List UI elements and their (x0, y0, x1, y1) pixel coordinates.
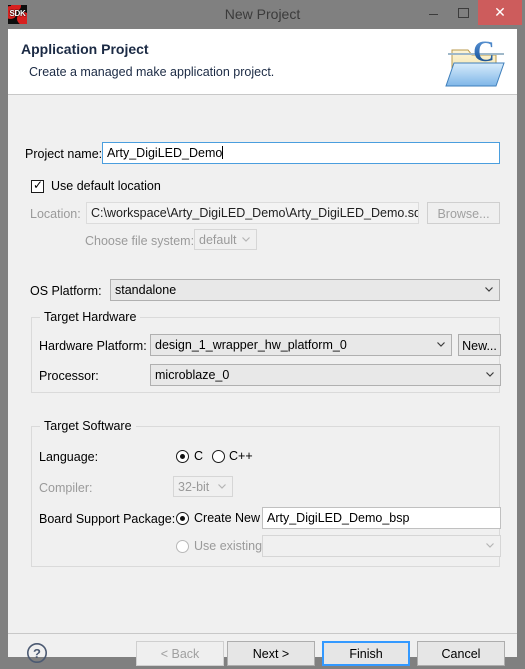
os-platform-combo[interactable]: standalone (110, 279, 500, 301)
os-platform-label: OS Platform: (30, 284, 102, 298)
maximize-button[interactable] (448, 0, 478, 25)
target-software-group-title: Target Software (40, 419, 136, 433)
sdk-icon-label: SDK (9, 9, 26, 18)
hardware-platform-value: design_1_wrapper_hw_platform_0 (155, 338, 347, 352)
compiler-value: 32-bit (178, 480, 210, 494)
os-platform-value: standalone (115, 283, 177, 297)
browse-button: Browse... (427, 202, 500, 224)
bsp-label: Board Support Package: (39, 512, 176, 526)
compiler-label: Compiler: (39, 481, 93, 495)
radio-dot-icon (180, 454, 185, 459)
new-project-dialog-window: SDK New Project ✕ Application Project Cr… (0, 0, 525, 666)
processor-label: Processor: (39, 369, 99, 383)
location-input: C:\workspace\Arty_DigiLED_Demo\Arty_Digi… (86, 202, 419, 224)
close-icon: ✕ (494, 4, 506, 20)
bsp-use-existing-label: Use existing (194, 539, 263, 553)
radio-dot-icon (180, 516, 185, 521)
svg-text:?: ? (33, 646, 41, 661)
chevron-down-icon (437, 342, 445, 347)
finish-button[interactable]: Finish (322, 641, 410, 666)
chevron-down-icon (242, 236, 250, 242)
page-title: Application Project (21, 41, 149, 57)
project-name-label: Project name: (25, 147, 103, 161)
location-value: C:\workspace\Arty_DigiLED_Demo\Arty_Digi… (91, 206, 419, 220)
language-c-radio[interactable] (176, 450, 189, 463)
bsp-use-existing-combo (262, 535, 501, 557)
use-default-location-checkbox[interactable]: ✓ (31, 178, 44, 193)
dialog-content: Application Project Create a managed mak… (8, 29, 517, 666)
processor-value: microblaze_0 (155, 368, 230, 382)
bsp-create-new-value: Arty_DigiLED_Demo_bsp (267, 511, 410, 525)
check-icon: ✓ (33, 178, 44, 192)
location-label: Location: (30, 207, 81, 221)
bsp-create-new-radio[interactable] (176, 512, 189, 525)
bsp-create-new-label: Create New (194, 511, 260, 525)
c-project-folder-icon: C (440, 34, 512, 92)
chevron-down-icon (486, 372, 494, 377)
text-caret (222, 146, 224, 159)
bsp-create-new-input[interactable]: Arty_DigiLED_Demo_bsp (262, 507, 501, 529)
use-default-location-label: Use default location (51, 179, 161, 193)
language-label: Language: (39, 450, 99, 464)
target-hardware-group-title: Target Hardware (40, 310, 141, 324)
language-c-label: C (194, 449, 204, 463)
cancel-button[interactable]: Cancel (417, 641, 505, 666)
project-name-value: Arty_DigiLED_Demo (107, 146, 223, 160)
new-hardware-platform-button[interactable]: New... (458, 334, 501, 356)
choose-file-system-combo: default (194, 229, 257, 250)
language-cpp-label: C++ (229, 449, 253, 463)
dialog-header: Application Project Create a managed mak… (8, 29, 517, 95)
compiler-combo: 32-bit (173, 476, 233, 497)
minimize-button[interactable] (418, 0, 448, 25)
project-name-input[interactable]: Arty_DigiLED_Demo (102, 142, 500, 164)
chevron-down-icon (486, 543, 494, 548)
language-cpp-radio[interactable] (212, 450, 225, 463)
chevron-down-icon (218, 483, 226, 489)
close-button[interactable]: ✕ (478, 0, 522, 25)
next-button[interactable]: Next > (227, 641, 315, 666)
processor-combo[interactable]: microblaze_0 (150, 364, 501, 386)
back-button: < Back (136, 641, 224, 666)
bsp-use-existing-radio (176, 540, 189, 553)
help-question-icon[interactable]: ? (26, 642, 48, 664)
hardware-platform-combo[interactable]: design_1_wrapper_hw_platform_0 (150, 334, 452, 356)
chevron-down-icon (485, 287, 493, 292)
choose-file-system-value: default (199, 233, 237, 247)
page-subtitle: Create a managed make application projec… (29, 65, 275, 79)
title-bar: SDK New Project ✕ (0, 0, 525, 29)
choose-file-system-label: Choose file system: (85, 234, 195, 248)
dialog-body: Project name: Arty_DigiLED_Demo ✓ Use de… (8, 95, 517, 633)
hardware-platform-label: Hardware Platform: (39, 339, 147, 353)
